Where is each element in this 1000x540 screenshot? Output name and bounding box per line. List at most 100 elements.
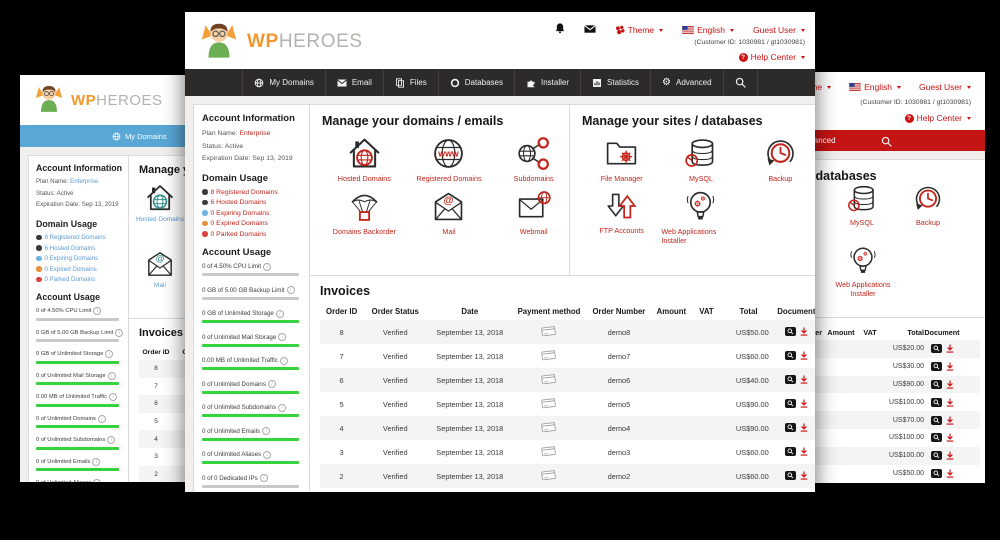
nav-item-installer[interactable]: Installer (514, 69, 580, 96)
invoice-column-header[interactable]: Payment method (512, 303, 585, 320)
nav-item-email[interactable]: Email (325, 69, 383, 96)
invoice-preview-button[interactable] (785, 447, 796, 456)
invoice-column-header[interactable]: Amount (652, 303, 691, 320)
info-icon[interactable]: i (109, 393, 117, 401)
domain-usage-item[interactable]: 6 Hosted Domains (36, 245, 128, 252)
help-center-dropdown[interactable]: ? Help Center (739, 52, 805, 62)
invoice-download-button[interactable] (800, 471, 808, 480)
nav-item-databases[interactable]: Databases (438, 69, 514, 96)
info-icon[interactable]: i (262, 427, 270, 435)
invoice-download-button[interactable] (946, 416, 954, 425)
manage-item-ftp-accounts[interactable]: FTP Accounts (582, 188, 661, 245)
domain-usage-item[interactable]: 0 Parked Domains (36, 276, 128, 283)
invoice-download-button[interactable] (800, 423, 808, 432)
info-icon[interactable]: i (108, 372, 116, 380)
language-dropdown[interactable]: English (682, 25, 734, 35)
invoice-column-header[interactable]: Date (427, 303, 512, 320)
domain-usage-item[interactable]: 0 Expiring Domains (36, 255, 128, 262)
invoice-preview-button[interactable] (931, 362, 942, 371)
domain-usage-item[interactable]: 6 Hosted Domains (202, 199, 310, 206)
manage-item-mail[interactable]: @ Mail (131, 248, 189, 290)
info-icon[interactable]: i (287, 286, 295, 294)
invoice-preview-button[interactable] (785, 327, 796, 336)
manage-item-domains-backorder[interactable]: Domains Backorder (322, 188, 407, 236)
invoice-preview-button[interactable] (931, 469, 942, 478)
invoice-preview-button[interactable] (931, 433, 942, 442)
invoice-download-button[interactable] (946, 451, 954, 460)
nav-item-advanced[interactable]: ⚙ Advanced (650, 69, 723, 96)
invoice-download-button[interactable] (946, 380, 954, 389)
invoice-download-button[interactable] (800, 375, 808, 384)
invoice-download-button[interactable] (946, 398, 954, 407)
info-icon[interactable]: i (263, 451, 271, 459)
domain-usage-item[interactable]: 0 Parked Domains (202, 231, 310, 238)
invoice-download-button[interactable] (946, 433, 954, 442)
invoice-column-header[interactable]: Order ID (320, 303, 363, 320)
info-icon[interactable]: i (280, 357, 288, 365)
invoice-download-button[interactable] (800, 399, 808, 408)
manage-item-hosted-domains[interactable]: Hosted Domains (131, 182, 189, 224)
user-dropdown[interactable]: Guest User (753, 25, 805, 35)
invoice-column-header[interactable]: Document (775, 303, 815, 320)
nav-item-my-domains[interactable]: My Domains (112, 132, 167, 141)
manage-item-hosted-domains[interactable]: Hosted Domains (322, 135, 407, 183)
invoice-download-button[interactable] (946, 362, 954, 371)
info-icon[interactable]: i (93, 307, 101, 315)
invoice-preview-button[interactable] (785, 471, 796, 480)
info-icon[interactable]: i (93, 479, 101, 482)
notifications-bell-button[interactable] (555, 21, 565, 39)
nav-item-statistics[interactable]: Statistics (580, 69, 650, 96)
invoice-preview-button[interactable] (785, 375, 796, 384)
domain-usage-item[interactable]: 0 Expiring Domains (202, 210, 310, 217)
app-logo[interactable]: WPHEROES (198, 20, 363, 64)
manage-item-backup[interactable]: Backup (741, 135, 815, 183)
manage-item-subdomains[interactable]: Subdomains (491, 135, 576, 183)
manage-item-registered-domains[interactable]: www Registered Domains (407, 135, 492, 183)
manage-item-webmail[interactable]: Webmail (491, 188, 576, 236)
brand-logo[interactable]: WPHEROES (71, 92, 163, 109)
invoice-preview-button[interactable] (785, 423, 796, 432)
invoice-preview-button[interactable] (931, 398, 942, 407)
nav-item-my-domains[interactable]: My Domains (242, 69, 324, 96)
nav-item-files[interactable]: Files (383, 69, 438, 96)
invoice-preview-button[interactable] (931, 380, 942, 389)
info-icon[interactable]: i (260, 474, 268, 482)
invoice-download-button[interactable] (800, 351, 808, 360)
info-icon[interactable]: i (107, 436, 115, 444)
invoice-download-button[interactable] (800, 327, 808, 336)
info-icon[interactable]: i (278, 404, 286, 412)
info-icon[interactable]: i (276, 310, 284, 318)
info-icon[interactable]: i (115, 329, 123, 337)
info-icon[interactable]: i (92, 458, 100, 466)
language-dropdown[interactable]: English (849, 82, 901, 92)
domain-usage-item[interactable]: 8 Registered Domains (202, 189, 310, 196)
domain-usage-item[interactable]: 0 Expired Domains (202, 220, 310, 227)
invoice-column-header[interactable]: VAT (691, 303, 723, 320)
invoice-preview-button[interactable] (931, 416, 942, 425)
invoice-column-header[interactable]: Order Number (586, 303, 652, 320)
user-dropdown[interactable]: Guest User (919, 82, 971, 92)
domain-usage-item[interactable]: 0 Expired Domains (36, 266, 128, 273)
domain-usage-item[interactable]: 8 Registered Domains (36, 234, 128, 241)
manage-item-web-applications-installer[interactable]: ⚙ ⚙ Web Applications Installer (828, 244, 898, 298)
manage-item-file-manager[interactable]: File Manager (582, 135, 661, 183)
info-icon[interactable]: i (105, 350, 113, 358)
invoice-column-header[interactable]: Order Status (363, 303, 427, 320)
invoice-preview-button[interactable] (931, 344, 942, 353)
theme-dropdown[interactable]: Theme (615, 25, 663, 35)
info-icon[interactable]: i (263, 263, 271, 271)
info-icon[interactable]: i (268, 380, 276, 388)
invoice-preview-button[interactable] (931, 451, 942, 460)
manage-item-mysql[interactable]: MySQL (830, 182, 894, 227)
invoice-preview-button[interactable] (785, 399, 796, 408)
nav-search-button[interactable] (723, 69, 758, 96)
invoice-download-button[interactable] (946, 469, 954, 478)
invoice-download-button[interactable] (946, 344, 954, 353)
help-center-dropdown[interactable]: ? Help Center (905, 113, 971, 123)
nav-search-button[interactable] (881, 134, 892, 152)
manage-item-web-applications-installer[interactable]: ⚙ ⚙ Web Applications Installer (661, 188, 740, 245)
invoice-column-header[interactable]: Total (722, 303, 774, 320)
manage-item-mail[interactable]: @ Mail (407, 188, 492, 236)
manage-item-mysql[interactable]: MySQL (661, 135, 740, 183)
invoice-preview-button[interactable] (785, 351, 796, 360)
